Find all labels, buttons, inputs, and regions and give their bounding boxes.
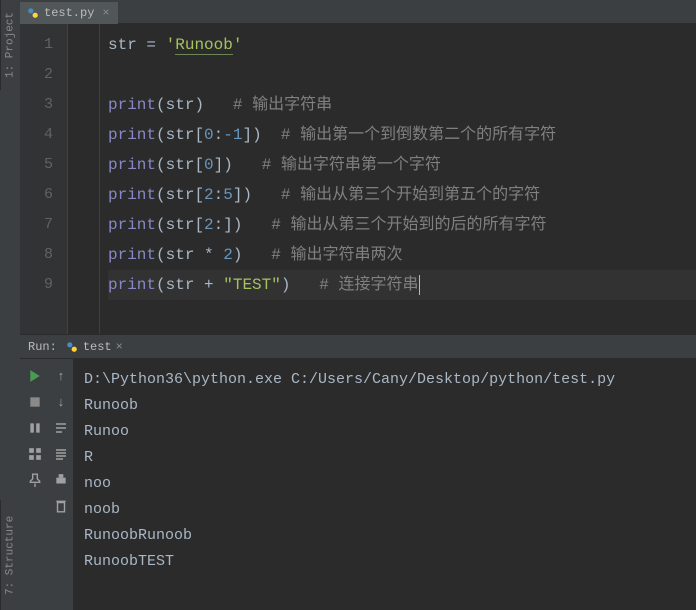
line-number: 5 [20, 150, 67, 180]
code-line-3: print(str) # 输出字符串 [108, 90, 696, 120]
output-line: noo [84, 471, 686, 497]
scroll-to-end-icon[interactable] [50, 443, 72, 465]
sidebar-tab-structure[interactable]: 7: Structure [0, 500, 20, 610]
line-number: 9 [20, 270, 67, 300]
output-line: Runoo [84, 419, 686, 445]
structure-label: 7: Structure [5, 515, 17, 594]
code-line-9: print(str + "TEST") # 连接字符串 [108, 270, 696, 300]
clear-button[interactable] [50, 495, 72, 517]
code-line-1: str = 'Runoob' [108, 30, 696, 60]
code-line-7: print(str[2:]) # 输出从第三个开始到的后的所有字符 [108, 210, 696, 240]
code-line-4: print(str[0:-1]) # 输出第一个到倒数第二个的所有字符 [108, 120, 696, 150]
code-line-5: print(str[0]) # 输出字符串第一个字符 [108, 150, 696, 180]
close-run-config-icon[interactable]: × [116, 340, 123, 354]
run-config-name: test [83, 340, 112, 354]
text-caret [419, 275, 420, 295]
layout-button[interactable] [24, 443, 46, 465]
line-number: 7 [20, 210, 67, 240]
output-line: Runoob [84, 393, 686, 419]
run-body: ↑ ↓ D:\Python36\python.exe C:/Users/Cany… [20, 359, 696, 610]
line-gutter: 1 2 3 4 5 6 7 8 9 [20, 24, 68, 334]
line-number: 3 [20, 90, 67, 120]
python-run-icon [65, 340, 79, 354]
stop-button[interactable] [24, 391, 46, 413]
close-tab-icon[interactable]: × [102, 6, 109, 20]
code-line-6: print(str[2:5]) # 输出从第三个开始到第五个的字符 [108, 180, 696, 210]
code-area[interactable]: str = 'Runoob' print(str) # 输出字符串 print(… [100, 24, 696, 334]
project-label: 1: Project [5, 12, 17, 78]
file-tab-label: test.py [44, 6, 94, 20]
print-button[interactable] [50, 469, 72, 491]
line-number: 8 [20, 240, 67, 270]
step-up-icon[interactable]: ↑ [50, 365, 72, 387]
code-editor[interactable]: 1 2 3 4 5 6 7 8 9 str = 'Runoob' print(s… [20, 24, 696, 334]
code-line-8: print(str * 2) # 输出字符串两次 [108, 240, 696, 270]
run-output[interactable]: D:\Python36\python.exe C:/Users/Cany/Des… [74, 359, 696, 610]
python-file-icon [26, 6, 40, 20]
line-number: 6 [20, 180, 67, 210]
run-panel: Run: test × ↑ ↓ D:\Python36\python.exe C… [20, 334, 696, 610]
soft-wrap-icon[interactable] [50, 417, 72, 439]
run-toolbar: ↑ ↓ [20, 359, 74, 610]
sidebar-tab-project[interactable]: 1: Project [0, 0, 20, 90]
line-number: 1 [20, 30, 67, 60]
editor-tab-bar: test.py × [20, 0, 696, 24]
output-line: RunoobTEST [84, 549, 686, 575]
run-label: Run: [28, 340, 57, 354]
pause-button[interactable] [24, 417, 46, 439]
output-line: R [84, 445, 686, 471]
output-line: D:\Python36\python.exe C:/Users/Cany/Des… [84, 367, 686, 393]
run-button[interactable] [24, 365, 46, 387]
code-line-2 [108, 60, 696, 90]
line-number: 4 [20, 120, 67, 150]
file-tab-test-py[interactable]: test.py × [20, 0, 118, 24]
output-line: noob [84, 497, 686, 523]
editor-margin [68, 24, 100, 334]
line-number: 2 [20, 60, 67, 90]
output-line: RunoobRunoob [84, 523, 686, 549]
step-down-icon[interactable]: ↓ [50, 391, 72, 413]
run-header: Run: test × [20, 335, 696, 359]
pin-button[interactable] [24, 469, 46, 491]
